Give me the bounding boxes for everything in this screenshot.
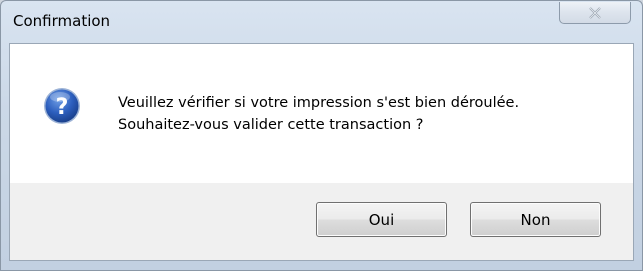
dialog-body: ? Veuillez vérifier si votre impression … (9, 43, 634, 261)
title-bar[interactable]: Confirmation (1, 1, 642, 43)
message-area: ? Veuillez vérifier si votre impression … (10, 44, 633, 183)
message-line-2: Souhaitez-vous valider cette transaction… (118, 117, 424, 133)
no-button[interactable]: Non (470, 202, 601, 237)
close-button[interactable] (559, 2, 631, 24)
yes-button[interactable]: Oui (316, 202, 447, 237)
dialog-message: Veuillez vérifier si votre impression s'… (118, 92, 519, 136)
svg-text:?: ? (56, 95, 69, 120)
close-icon (589, 6, 601, 19)
confirmation-dialog: Confirmation ? Veuillez vérifier si votr… (0, 0, 643, 271)
window-title: Confirmation (13, 12, 111, 30)
question-icon: ? (44, 88, 80, 124)
message-line-1: Veuillez vérifier si votre impression s'… (118, 95, 520, 111)
